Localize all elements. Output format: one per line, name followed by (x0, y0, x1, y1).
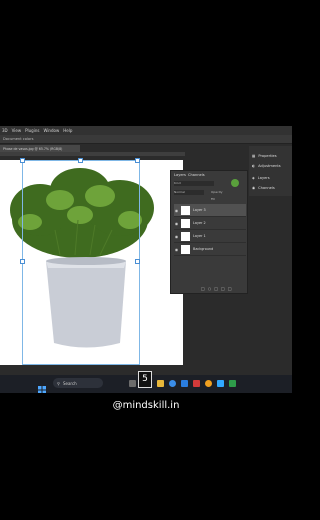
panel-label: Layers (257, 176, 270, 180)
badge-number: 5 (142, 374, 148, 384)
filter-kind-label: Kind (174, 181, 181, 185)
channels-icon: ◉ (252, 186, 256, 190)
filter-kind[interactable]: Kind (174, 181, 214, 186)
layer-thumbnail (181, 231, 190, 241)
layer-row[interactable]: ◉ Layer 1 (174, 230, 246, 243)
photoshop-screen: 3D View Plugins Window Help Document col… (0, 126, 292, 393)
windows-start-icon[interactable] (38, 379, 46, 393)
filter-toggle-icon[interactable] (231, 179, 239, 187)
transform-handle[interactable] (20, 259, 25, 264)
eye-icon[interactable]: ◉ (174, 247, 179, 252)
excel-icon[interactable] (229, 380, 236, 387)
eye-icon[interactable]: ◉ (174, 208, 179, 213)
layer-row[interactable]: ◉ Background (174, 243, 246, 256)
layer-thumbnail (181, 205, 190, 215)
layer-row[interactable]: ◉ Layer 2 (174, 217, 246, 230)
document-title: Phase de vasos.jpg @ 65.7% (RGB/8) (3, 146, 63, 151)
blend-mode-value: Normal (174, 190, 185, 194)
layer-actions-bar[interactable]: □○□□□ (201, 286, 235, 291)
menu-item-3d[interactable]: 3D (2, 128, 8, 133)
edge-icon[interactable] (169, 380, 176, 387)
layer-thumbnail (181, 244, 190, 254)
selection-box[interactable] (22, 160, 140, 365)
photoshop-icon[interactable] (217, 380, 224, 387)
blend-mode-select[interactable]: Normal (174, 190, 204, 195)
menu-bar: 3D View Plugins Window Help (0, 126, 292, 135)
document-tab[interactable]: Phase de vasos.jpg @ 65.7% (RGB/8) (0, 145, 80, 152)
panel-properties[interactable]: ▦ Properties (252, 154, 277, 158)
options-bar: Document colors (0, 135, 292, 144)
panel-adjustments[interactable]: ◐ Adjustments (252, 164, 281, 168)
tab-layers[interactable]: Layers (174, 173, 186, 177)
menu-item-view[interactable]: View (12, 128, 22, 133)
opacity-label: Opacity (211, 190, 223, 194)
layer-name: Layer 3 (193, 208, 206, 212)
panel-label: Channels (258, 186, 275, 190)
transform-handle[interactable] (20, 158, 25, 163)
store-icon[interactable] (181, 380, 188, 387)
properties-icon: ▦ (252, 154, 256, 158)
right-panel: ▦ Properties ◐ Adjustments ◈ Layers ◉ Channe… (249, 146, 292, 196)
layer-row[interactable]: ◉ Layer 3 (174, 204, 246, 217)
menu-item-plugins[interactable]: Plugins (25, 128, 39, 133)
search-label: Search (62, 380, 77, 386)
ruler (0, 152, 185, 156)
menu-item-window[interactable]: Window (43, 128, 59, 133)
options-text[interactable]: Document colors (3, 137, 33, 141)
task-view-icon[interactable] (129, 380, 136, 387)
panel-channels[interactable]: ◉ Channels (252, 186, 275, 190)
watermark-text: @mindskill.in (112, 400, 180, 411)
page-badge: 5 (138, 371, 152, 388)
transform-handle[interactable] (78, 158, 83, 163)
layers-icon: ◈ (252, 176, 255, 180)
adjustments-icon: ◐ (252, 164, 256, 168)
fill-label: Fill (211, 197, 216, 201)
app-icon[interactable] (193, 380, 200, 387)
eye-icon[interactable]: ◉ (174, 221, 179, 226)
layers-panel: Layers Channels Kind Normal Opacity Fill… (170, 170, 248, 294)
panel-layers[interactable]: ◈ Layers (252, 176, 270, 180)
layer-name: Layer 1 (193, 234, 206, 238)
image-canvas[interactable] (0, 158, 183, 365)
menu-item-help[interactable]: Help (63, 128, 72, 133)
layer-name: Layer 2 (193, 221, 206, 225)
file-explorer-icon[interactable] (157, 380, 164, 387)
transform-handle[interactable] (135, 259, 140, 264)
layer-name: Background (193, 247, 214, 251)
search-icon: ⚲ (57, 380, 60, 386)
tab-channels[interactable]: Channels (188, 173, 205, 177)
eye-icon[interactable]: ◉ (174, 234, 179, 239)
transform-handle[interactable] (135, 158, 140, 163)
chrome-icon[interactable] (205, 380, 212, 387)
taskbar-search[interactable]: ⚲ Search (53, 378, 103, 388)
panel-label: Properties (258, 154, 277, 158)
panel-label: Adjustments (258, 164, 281, 168)
layer-thumbnail (181, 218, 190, 228)
